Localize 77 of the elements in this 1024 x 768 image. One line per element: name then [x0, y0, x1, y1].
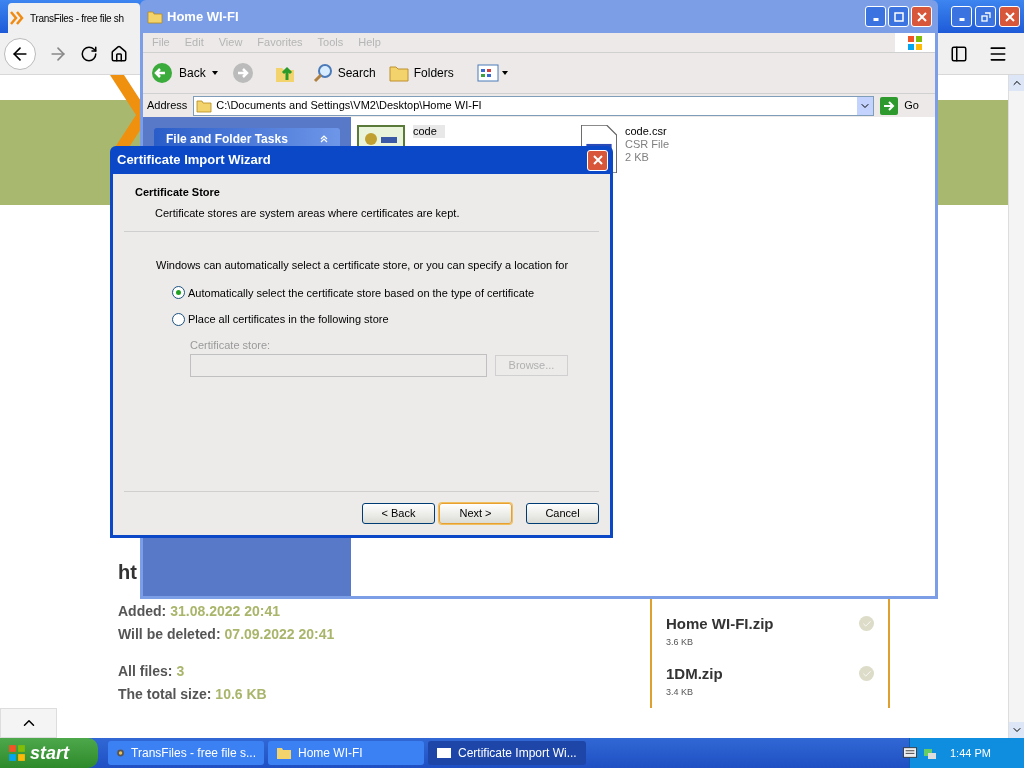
close-icon — [1004, 11, 1015, 22]
certificate-store-field[interactable] — [190, 354, 487, 377]
field-label: Certificate store: — [190, 337, 272, 353]
taskbar-button[interactable]: Home WI-FI — [268, 741, 424, 765]
restore-button[interactable] — [975, 6, 996, 27]
folder-icon — [196, 97, 213, 114]
dialog-title: Certificate Import Wizard — [117, 151, 271, 170]
close-button[interactable] — [587, 149, 608, 171]
info-label: The total size: — [118, 685, 212, 704]
taskbar-button[interactable]: TransFiles - free file s... — [108, 741, 264, 765]
page-title: Certificate Store — [135, 185, 221, 200]
radio-option[interactable]: Automatically select the certificate store based on the type of certificate — [172, 284, 590, 301]
info-value: 31.08.2022 20:41 — [170, 602, 280, 621]
views-button[interactable] — [475, 64, 508, 82]
file-size: 3.4 KB — [666, 685, 695, 699]
home-button[interactable] — [110, 44, 128, 63]
info-label: Will be deleted: — [118, 625, 221, 644]
go-button[interactable]: Go — [880, 96, 931, 115]
caret-icon — [501, 71, 508, 75]
sidebar-icon[interactable] — [950, 44, 968, 63]
tab-title: TransFiles - free file sh — [30, 11, 124, 26]
file-size: 3.6 KB — [666, 635, 695, 649]
info-label: All files: — [118, 662, 173, 681]
close-button[interactable] — [999, 6, 1020, 27]
intro-text: Windows can automatically select a certificate store, or you can specify a location for — [156, 258, 570, 273]
info-value: 10.6 KB — [215, 685, 267, 704]
reload-button[interactable] — [80, 44, 98, 63]
collapse-icon — [320, 135, 328, 143]
restore-icon — [980, 11, 991, 22]
back-button[interactable] — [4, 37, 36, 70]
folder-icon — [147, 8, 163, 25]
radio-button[interactable] — [172, 286, 185, 300]
minimize-icon — [958, 18, 965, 21]
radio-button[interactable] — [172, 312, 185, 326]
chevron-logo-icon — [9, 10, 25, 26]
views-icon — [475, 64, 500, 82]
close-icon — [916, 11, 927, 22]
minimize-button[interactable] — [865, 6, 886, 27]
minimize-button[interactable] — [951, 6, 972, 27]
window-title: Home WI-FI — [167, 7, 239, 26]
page-heading: ht — [118, 560, 138, 585]
info-label: Added: — [118, 602, 167, 621]
file-label[interactable]: code — [413, 125, 445, 138]
close-icon — [592, 155, 603, 165]
folders-button[interactable]: Folders — [387, 62, 454, 84]
info-value: 3 — [176, 662, 185, 681]
start-button[interactable]: start — [0, 738, 98, 768]
dialog-button[interactable]: Next > — [439, 503, 512, 524]
file-name[interactable]: Home WI-FI.zip — [666, 613, 774, 636]
dialog-button[interactable]: < Back — [362, 503, 435, 524]
keyboard-icon[interactable] — [903, 747, 917, 758]
caret-icon — [211, 71, 218, 75]
search-icon — [311, 62, 334, 84]
close-button[interactable] — [911, 6, 932, 27]
scroll-bar[interactable] — [1008, 75, 1024, 738]
maximize-button[interactable] — [888, 6, 909, 27]
taskbar-button[interactable]: Certificate Import Wi... — [428, 741, 586, 765]
maximize-icon — [893, 11, 904, 22]
dialog-button[interactable]: Cancel — [526, 503, 599, 524]
clock: 1:44 PM — [950, 745, 991, 761]
search-button[interactable]: Search — [311, 62, 376, 84]
browser-tab[interactable]: TransFiles - free file sh — [8, 3, 140, 33]
radio-option[interactable]: Place all certificates in the following store — [172, 311, 590, 328]
minimize-icon — [872, 18, 879, 21]
info-value: 07.09.2022 20:41 — [224, 625, 335, 644]
dropdown-button[interactable] — [857, 96, 874, 115]
file-name[interactable]: 1DM.zip — [666, 663, 723, 686]
address-label: Address — [147, 98, 188, 114]
page-subtitle: Certificate stores are system areas where certificates are kept. — [154, 205, 461, 221]
file-label[interactable]: code.csr CSR File 2 KB — [625, 125, 677, 164]
windows-logo-icon — [907, 34, 923, 51]
back-button[interactable]: Back — [151, 62, 218, 84]
address-text: C:\Documents and Settings\VM2\Desktop\Home WI-FI — [216, 98, 483, 114]
address-field[interactable]: C:\Documents and Settings\VM2\Desktop\Home WI-FI — [193, 95, 875, 116]
windows-logo-icon — [8, 744, 26, 762]
window-icon — [436, 745, 452, 761]
folder-icon — [276, 745, 292, 761]
